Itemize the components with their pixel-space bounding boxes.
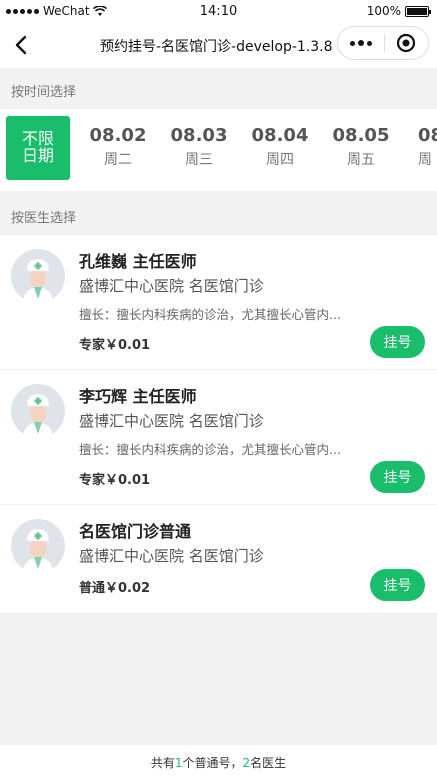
footer-summary: 共有 1 个普通号， 2 名医生: [0, 745, 437, 780]
doctor-hospital: 盛博汇中心医院 名医馆门诊: [79, 547, 264, 565]
doctor-skill: 擅长：擅长内科疾病的诊治，尤其擅长心管内...: [79, 307, 341, 322]
doctor-name: 李巧辉 主任医师: [79, 387, 197, 406]
doctor-avatar-icon: [11, 519, 65, 573]
page-title: 预约挂号-名医馆门诊-develop-1.3.8: [100, 39, 333, 55]
date-item[interactable]: 08.03 周三: [163, 125, 235, 169]
doctor-skill: 擅长：擅长内科疾病的诊治，尤其擅长心管内...: [79, 442, 341, 457]
register-button[interactable]: 挂号: [370, 461, 425, 493]
status-bar: WeChat 14:10 100%: [0, 0, 437, 22]
mini-program-capsule: [337, 26, 429, 60]
target-close-icon: [397, 33, 416, 53]
footer-mid: 个普通号，: [182, 756, 243, 770]
footer-prefix: 共有: [150, 756, 175, 770]
doctor-list: 孔维巍 主任医师 盛博汇中心医院 名医馆门诊 擅长：擅长内科疾病的诊治，尤其擅长…: [0, 235, 437, 613]
date-item[interactable]: 08 周: [406, 125, 437, 169]
battery-icon: [405, 5, 431, 17]
register-button[interactable]: 挂号: [370, 569, 425, 601]
doctor-card[interactable]: 李巧辉 主任医师 盛博汇中心医院 名医馆门诊 擅长：擅长内科疾病的诊治，尤其擅长…: [0, 370, 437, 505]
date-weekday: 周: [418, 152, 432, 168]
date-any-label: 不限日期: [21, 129, 54, 165]
date-value: 08.05: [332, 125, 390, 146]
more-button[interactable]: [338, 40, 384, 46]
more-dots-icon: [349, 40, 355, 46]
footer-normal-count: 1: [174, 755, 183, 770]
date-item[interactable]: 08.05 周五: [325, 125, 397, 169]
chevron-left-icon: [15, 35, 27, 55]
battery-percent: 100%: [366, 4, 401, 18]
close-button[interactable]: [384, 33, 428, 53]
register-button[interactable]: 挂号: [370, 326, 425, 358]
doctor-price: 专家￥0.01: [79, 338, 151, 353]
doctor-name: 名医馆门诊普通: [79, 522, 192, 541]
doctor-price: 专家￥0.01: [79, 473, 151, 488]
date-weekday: 周三: [185, 152, 213, 168]
date-weekday: 周四: [266, 152, 294, 168]
date-any-button[interactable]: 不限日期: [6, 116, 70, 180]
doctor-card[interactable]: 孔维巍 主任医师 盛博汇中心医院 名医馆门诊 擅长：擅长内科疾病的诊治，尤其擅长…: [0, 235, 437, 370]
doctor-name: 孔维巍 主任医师: [79, 252, 197, 271]
date-strip[interactable]: 不限日期 08.02 周二 08.03 周三 08.04 周四 08.05 周五…: [0, 109, 437, 191]
section-doctor-label: 按医生选择: [11, 211, 77, 226]
date-value: 08.04: [251, 125, 309, 146]
doctor-hospital: 盛博汇中心医院 名医馆门诊: [79, 412, 264, 430]
doctor-hospital: 盛博汇中心医院 名医馆门诊: [79, 277, 264, 295]
status-right: 100%: [366, 4, 431, 18]
doctor-price: 普通￥0.02: [79, 581, 151, 596]
date-value: 08: [418, 125, 437, 146]
date-item[interactable]: 08.02 周二: [82, 125, 154, 169]
footer-suffix: 名医生: [250, 756, 287, 770]
section-time-label: 按时间选择: [11, 85, 77, 100]
date-value: 08.02: [89, 125, 147, 146]
back-button[interactable]: [6, 30, 36, 60]
doctor-avatar-icon: [11, 384, 65, 438]
date-value: 08.03: [170, 125, 228, 146]
nav-bar: 预约挂号-名医馆门诊-develop-1.3.8: [0, 22, 437, 68]
doctor-avatar-icon: [11, 249, 65, 303]
date-weekday: 周五: [347, 152, 375, 168]
date-weekday: 周二: [104, 152, 132, 168]
doctor-card[interactable]: 名医馆门诊普通 盛博汇中心医院 名医馆门诊 普通￥0.02 挂号: [0, 505, 437, 613]
footer-doctor-count: 2: [242, 755, 251, 770]
date-item[interactable]: 08.04 周四: [244, 125, 316, 169]
